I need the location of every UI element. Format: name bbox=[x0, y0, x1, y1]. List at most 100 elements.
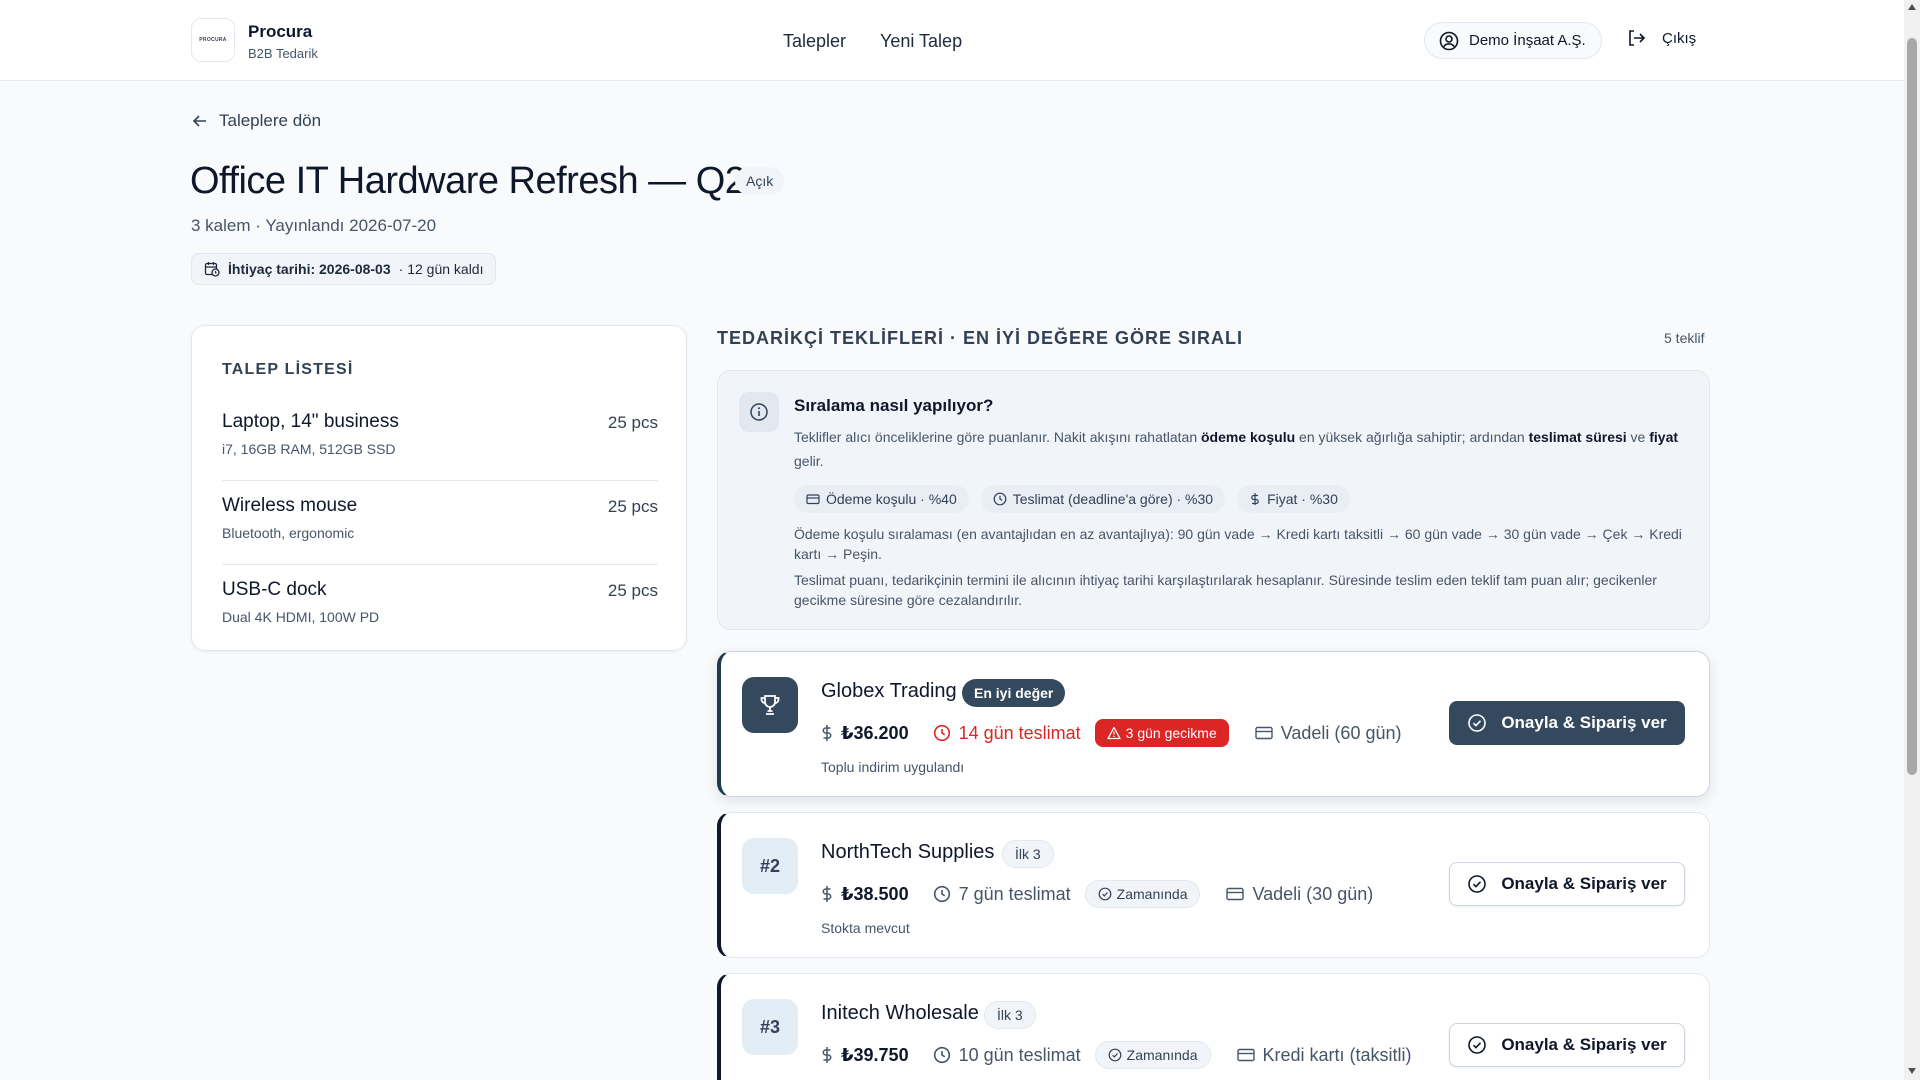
offer-price: ₺36.200 bbox=[821, 723, 909, 744]
offer-delivery-value: 14 gün teslimat bbox=[958, 722, 1081, 743]
weight-chip-delivery: Teslimat (deadline'a göre) · %30 bbox=[980, 485, 1226, 513]
approve-order-button[interactable]: Onayla & Sipariş ver bbox=[1449, 701, 1685, 745]
request-item-spec: i7, 16GB RAM, 512GB SSD bbox=[222, 441, 396, 457]
credit-card-icon bbox=[1226, 886, 1245, 902]
offer-price-value: ₺39.750 bbox=[841, 1044, 909, 1065]
info-icon bbox=[739, 392, 779, 432]
request-item-name: Wireless mouse bbox=[222, 495, 358, 516]
ranking-info-box: Sıralama nasıl yapılıyor? Teklifler alıc… bbox=[717, 370, 1710, 630]
offer-payment-value: Vadeli (30 gün) bbox=[1252, 883, 1374, 904]
dollar-icon bbox=[821, 885, 833, 903]
dollar-icon bbox=[1249, 492, 1261, 506]
info-text-part: ve bbox=[1626, 429, 1650, 445]
on-time-badge: Zamanında bbox=[1094, 1041, 1211, 1069]
warning-icon bbox=[1107, 726, 1121, 740]
clock-icon bbox=[933, 885, 951, 903]
check-circle-icon bbox=[1467, 1035, 1487, 1055]
request-item-quantity: 25 pcs bbox=[607, 413, 658, 432]
top-navigation-bar: PROCURA Procura B2B Tedarik Talepler Yen… bbox=[0, 0, 1904, 81]
on-time-badge: Zamanında bbox=[1084, 880, 1201, 908]
top-three-badge: İlk 3 bbox=[984, 1001, 1036, 1029]
offer-metrics: ₺39.750 10 gün teslimat Zamanında Kredi … bbox=[821, 1040, 1426, 1070]
logout-icon bbox=[1626, 28, 1646, 48]
credit-card-icon bbox=[1255, 725, 1273, 741]
clock-icon bbox=[993, 492, 1007, 506]
approve-order-label: Onayla & Sipariş ver bbox=[1501, 1035, 1667, 1054]
ranking-info-text: Teklifler alıcı önceliklerine göre puanl… bbox=[794, 425, 1684, 473]
offer-payment: Vadeli (60 gün) bbox=[1255, 722, 1402, 744]
approve-order-label: Onayla & Sipariş ver bbox=[1501, 874, 1667, 893]
user-circle-icon bbox=[1439, 31, 1459, 51]
scroll-up-arrow-icon[interactable] bbox=[1908, 4, 1916, 10]
nav-link-new-request[interactable]: Yeni Talep bbox=[880, 31, 962, 52]
request-item-name: USB-C dock bbox=[222, 579, 327, 600]
supplier-name: Initech Wholesale bbox=[821, 1002, 979, 1024]
clock-icon bbox=[933, 724, 951, 742]
offer-delivery: 14 gün teslimat bbox=[933, 723, 1081, 744]
delay-badge-label: 3 gün gecikme bbox=[1125, 725, 1217, 741]
request-item-name: Laptop, 14" business bbox=[222, 411, 399, 432]
info-text-emphasis: fiyat bbox=[1649, 429, 1679, 445]
offer-metrics: ₺36.200 14 gün teslimat 3 gün gecikme Va… bbox=[821, 718, 1415, 748]
offer-metrics: ₺38.500 7 gün teslimat Zamanında Vadeli … bbox=[821, 879, 1387, 909]
offer-card: Globex Trading En iyi değer ₺36.200 14 g… bbox=[717, 651, 1710, 797]
logout-button[interactable]: Çıkış bbox=[1626, 28, 1696, 48]
deadline-remaining: · 12 gün kaldı bbox=[398, 261, 484, 277]
weight-chip-label: Ödeme koşulu · %40 bbox=[826, 491, 957, 507]
supplier-name: Globex Trading bbox=[821, 680, 957, 702]
approve-order-button[interactable]: Onayla & Sipariş ver bbox=[1449, 862, 1685, 906]
ranking-info-title: Sıralama nasıl yapılıyor? bbox=[794, 396, 994, 415]
arrow-left-icon bbox=[191, 112, 209, 130]
info-text-part: en yüksek ağırlığa sahiptir; ardından bbox=[1295, 429, 1529, 445]
brand-subtitle: B2B Tedarik bbox=[248, 46, 318, 61]
request-item-quantity: 25 pcs bbox=[607, 581, 658, 600]
offer-payment: Vadeli (30 gün) bbox=[1226, 884, 1373, 905]
company-account-button[interactable]: Demo İnşaat A.Ş. bbox=[1424, 22, 1602, 59]
scrollbar-thumb[interactable] bbox=[1907, 38, 1917, 775]
request-item-quantity: 25 pcs bbox=[607, 497, 658, 516]
deadline-chip: İhtiyaç tarihi: 2026-08-03 · 12 gün kald… bbox=[191, 253, 497, 285]
approve-order-label: Onayla & Sipariş ver bbox=[1501, 713, 1667, 732]
request-item-spec: Bluetooth, ergonomic bbox=[222, 525, 355, 541]
request-item: USB-C dock Dual 4K HDMI, 100W PD 25 pcs bbox=[222, 565, 658, 649]
dollar-icon bbox=[821, 724, 833, 742]
page-title: Office IT Hardware Refresh — Q2 bbox=[190, 160, 746, 202]
on-time-badge-label: Zamanında bbox=[1116, 886, 1188, 902]
logout-label: Çıkış bbox=[1662, 29, 1697, 47]
offer-payment-value: Vadeli (60 gün) bbox=[1280, 722, 1402, 743]
calendar-clock-icon bbox=[204, 261, 220, 277]
weight-chip-price: Fiyat · %30 bbox=[1237, 485, 1350, 513]
payment-ranking-note: Ödeme koşulu sıralaması (en avantajlıdan… bbox=[794, 526, 1682, 562]
offer-delivery-value: 7 gün teslimat bbox=[958, 883, 1071, 904]
info-text-part: gelir. bbox=[794, 453, 824, 469]
scroll-down-arrow-icon[interactable] bbox=[1908, 1068, 1916, 1074]
top-three-badge: İlk 3 bbox=[1002, 840, 1054, 868]
delay-badge: 3 gün gecikme bbox=[1094, 719, 1229, 747]
offers-heading: TEDARİKÇİ TEKLİFLERİ · EN İYİ DEĞERE GÖR… bbox=[717, 328, 1244, 348]
page-scrollbar[interactable] bbox=[1904, 0, 1920, 1080]
check-circle-icon bbox=[1098, 887, 1112, 901]
offer-card: #3 Initech Wholesale İlk 3 ₺39.750 10 gü… bbox=[717, 973, 1710, 1080]
approve-order-button[interactable]: Onayla & Sipariş ver bbox=[1449, 1023, 1685, 1067]
info-text-part: Teklifler alıcı önceliklerine göre puanl… bbox=[794, 429, 1201, 445]
check-circle-icon bbox=[1108, 1048, 1122, 1062]
info-text-emphasis: ödeme koşulu bbox=[1201, 429, 1296, 445]
offer-note: Toplu indirim uygulandı bbox=[821, 759, 965, 775]
offer-note: Stokta mevcut bbox=[821, 920, 910, 936]
back-to-requests-link[interactable]: Taleplere dön bbox=[191, 111, 321, 131]
offers-count: 5 teklif bbox=[1664, 330, 1705, 346]
deadline-date: İhtiyaç tarihi: 2026-08-03 bbox=[228, 261, 391, 277]
rank-badge: #2 bbox=[742, 838, 798, 894]
back-link-label: Taleplere dön bbox=[219, 111, 322, 130]
request-item-spec: Dual 4K HDMI, 100W PD bbox=[222, 609, 380, 625]
nav-link-requests[interactable]: Talepler bbox=[783, 31, 846, 52]
clock-icon bbox=[933, 1046, 951, 1064]
brand-logo[interactable]: PROCURA bbox=[191, 18, 235, 62]
weight-chip-label: Teslimat (deadline'a göre) · %30 bbox=[1012, 491, 1214, 507]
logo-text: PROCURA bbox=[199, 37, 227, 43]
weight-chip-payment: Ödeme koşulu · %40 bbox=[794, 485, 969, 513]
offer-price-value: ₺36.200 bbox=[841, 722, 909, 743]
offer-price: ₺39.750 bbox=[821, 1045, 909, 1066]
request-list-heading: TALEP LİSTESİ bbox=[222, 361, 354, 378]
offer-payment-value: Kredi kartı (taksitli) bbox=[1262, 1044, 1412, 1065]
